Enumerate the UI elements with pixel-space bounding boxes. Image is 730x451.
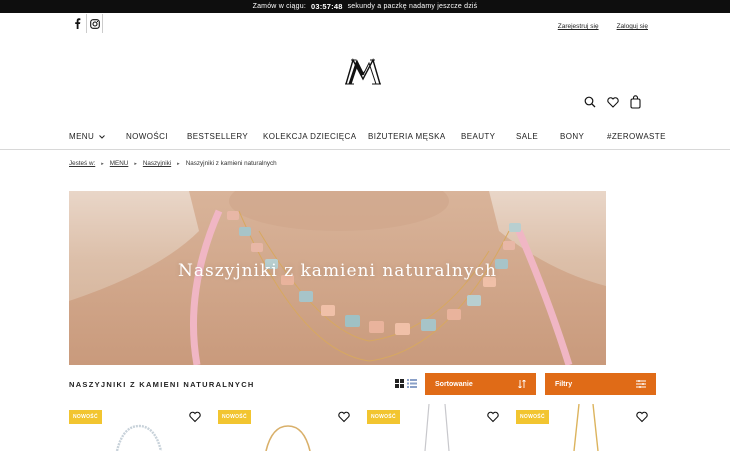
login-link[interactable]: Zaloguj się [617,23,648,30]
nav-item-menu[interactable]: MENU [69,132,105,141]
main-navigation: MENU NOWOŚCI BESTSELLERY KOLEKCJA DZIECI… [0,128,730,150]
heart-icon[interactable] [606,95,619,109]
bag-icon[interactable] [629,95,642,109]
listing-heading: NASZYJNIKI Z KAMIENI NATURALNYCH [69,380,255,389]
product-grid: NOWOŚĆ NOWOŚĆ NOWOŚĆ NOWOŚĆ [69,404,661,451]
new-badge: NOWOŚĆ [516,410,549,424]
chevron-right-icon: ▸ [101,160,104,167]
register-link[interactable]: Zarejestruj się [558,23,599,30]
breadcrumb-current: Naszyjniki z kamieni naturalnych [185,160,277,167]
instagram-icon[interactable] [86,14,103,33]
shipping-countdown-bar: Zamów w ciągu: 03:57:48 sekundy a paczkę… [0,0,730,13]
brand-logo[interactable] [344,57,382,85]
list-view-icon[interactable] [407,379,417,388]
wishlist-heart-icon[interactable] [487,411,499,423]
nav-item-kolekcja-dziecieca[interactable]: KOLEKCJA DZIECIĘCA [263,132,356,141]
nav-item-bizuteria-meska[interactable]: BIŻUTERIA MĘSKA [368,132,446,141]
nav-item-zerowaste[interactable]: #ZEROWASTE [607,132,666,141]
chevron-right-icon: ▸ [134,160,137,167]
nav-item-bony[interactable]: BONY [560,132,584,141]
sort-button-label: Sortowanie [435,380,473,388]
search-icon[interactable] [583,95,596,109]
new-badge: NOWOŚĆ [69,410,102,424]
product-card[interactable]: NOWOŚĆ [218,404,356,451]
breadcrumb-prefix: Jesteś w: [69,160,96,167]
filter-button-label: Filtry [555,380,573,388]
wishlist-heart-icon[interactable] [189,411,201,423]
countdown-suffix: sekundy a paczkę nadamy jeszcze dziś [347,3,478,10]
wishlist-heart-icon[interactable] [338,411,350,423]
nav-item-bestsellery[interactable]: BESTSELLERY [187,132,248,141]
countdown-timer: 03:57:48 [310,2,343,11]
wishlist-heart-icon[interactable] [636,411,648,423]
product-card[interactable]: NOWOŚĆ [516,404,654,451]
product-image [424,404,450,451]
chevron-right-icon: ▸ [177,160,180,167]
listing-toolbar: NASZYJNIKI Z KAMIENI NATURALNYCH Sortowa… [69,373,656,395]
hero-title: Naszyjniki z kamieni naturalnych [178,261,497,281]
product-image [115,424,163,451]
filter-icon [636,380,646,388]
header-actions [583,95,642,109]
view-toggle [395,379,417,388]
breadcrumb-item-menu[interactable]: MENU [110,160,129,167]
nav-item-beauty[interactable]: BEAUTY [461,132,495,141]
nav-item-sale[interactable]: SALE [516,132,538,141]
product-card[interactable]: NOWOŚĆ [69,404,207,451]
breadcrumb: Jesteś w: ▸ MENU ▸ Naszyjniki ▸ Naszyjni… [69,160,277,167]
nav-item-menu-label: MENU [69,132,95,141]
nav-item-nowosci[interactable]: NOWOŚCI [126,132,168,141]
social-links [69,14,103,33]
account-links: Zarejestruj się Zaloguj się [558,23,648,30]
countdown-prefix: Zamów w ciągu: [252,3,306,10]
new-badge: NOWOŚĆ [218,410,251,424]
filter-button[interactable]: Filtry [545,373,656,395]
grid-view-icon[interactable] [395,379,404,388]
sort-button[interactable]: Sortowanie [425,373,536,395]
breadcrumb-item-naszyjniki[interactable]: Naszyjniki [143,160,171,167]
product-card[interactable]: NOWOŚĆ [367,404,505,451]
chevron-down-icon [98,135,105,139]
facebook-icon[interactable] [69,14,86,33]
category-hero-banner: Naszyjniki z kamieni naturalnych [69,191,606,365]
new-badge: NOWOŚĆ [367,410,400,424]
sort-icon [518,380,526,388]
product-image [265,425,311,451]
product-image [573,404,599,451]
